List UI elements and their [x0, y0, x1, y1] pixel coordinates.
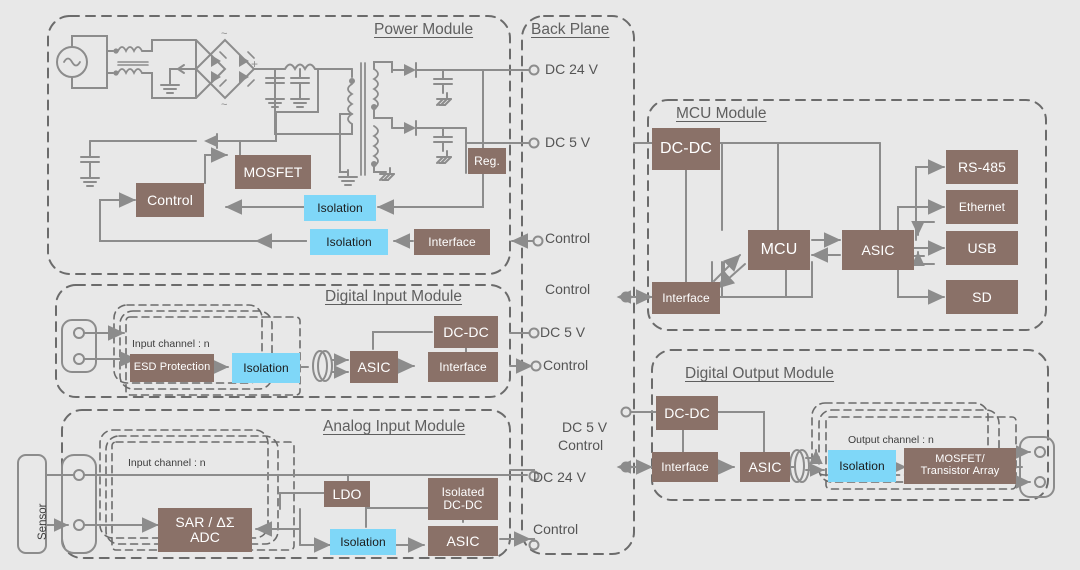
block-ai-ldo[interactable]: LDO [324, 481, 370, 507]
block-do-driver[interactable]: MOSFET/ Transistor Array [904, 448, 1016, 484]
block-do-dcdc[interactable]: DC-DC [656, 396, 718, 430]
label-output-channel: Output channel : n [848, 434, 934, 446]
block-di-isolation[interactable]: Isolation [232, 353, 300, 383]
port-label-control-power: Control [545, 230, 591, 246]
module-title-digital-output: Digital Output Module [685, 365, 835, 382]
block-ai-isolated-dcdc[interactable]: Isolated DC-DC [428, 478, 498, 520]
block-mcu-dcdc[interactable]: DC-DC [652, 128, 720, 170]
label-input-channel-digital: Input channel : n [132, 338, 210, 350]
block-power-isolation-bottom[interactable]: Isolation [310, 229, 388, 255]
port-label-control-mcu: Control [545, 281, 591, 297]
block-ai-adc-line2: ADC [190, 529, 220, 545]
block-mcu-asic[interactable]: ASIC [842, 230, 914, 270]
module-title-analog-input: Analog Input Module [323, 418, 466, 435]
block-mcu-ethernet[interactable]: Ethernet [946, 190, 1018, 224]
block-do-asic[interactable]: ASIC [740, 452, 790, 482]
module-title-digital-input: Digital Input Module [325, 288, 462, 305]
port-label-control-digital-input: Control [543, 357, 589, 373]
block-di-esd[interactable]: ESD Protection [130, 354, 214, 382]
block-power-interface[interactable]: Interface [414, 229, 490, 255]
block-di-asic[interactable]: ASIC [350, 351, 398, 383]
block-di-dcdc[interactable]: DC-DC [434, 316, 498, 348]
block-do-interface[interactable]: Interface [652, 452, 718, 482]
block-ai-adc-line1: SAR / ΔΣ [175, 514, 235, 531]
block-ai-adc[interactable]: SAR / ΔΣ ADC [158, 508, 252, 552]
block-mcu-sd[interactable]: SD [946, 280, 1018, 314]
block-mcu-mcu[interactable]: MCU [748, 230, 810, 270]
port-label-dc24v-analog: DC 24 V [533, 469, 586, 485]
block-ai-isolated-dcdc-line2: DC-DC [443, 498, 483, 512]
port-label-dc24v-power: DC 24 V [545, 61, 598, 77]
module-title-power: Power Module [374, 21, 474, 38]
block-do-isolation[interactable]: Isolation [828, 450, 896, 482]
block-power-isolation-top[interactable]: Isolation [304, 195, 376, 221]
port-label-control-digital-output: Control [558, 437, 604, 453]
block-do-driver-line2: Transistor Array [920, 465, 1000, 477]
block-di-interface[interactable]: Interface [428, 352, 498, 382]
block-mcu-interface[interactable]: Interface [652, 282, 720, 314]
block-power-mosfet[interactable]: MOSFET [235, 155, 311, 189]
port-label-dc5v-power: DC 5 V [545, 134, 591, 150]
label-sensor: Sensor [37, 503, 49, 540]
svg-text:~: ~ [221, 99, 227, 111]
block-power-regulator[interactable]: Reg. [468, 148, 506, 174]
svg-text:~: ~ [221, 28, 227, 40]
port-label-dc5v-digital-input: DC 5 V [540, 324, 586, 340]
module-title-backplane: Back Plane [531, 21, 610, 38]
block-mcu-usb[interactable]: USB [946, 231, 1018, 265]
block-ai-asic[interactable]: ASIC [428, 526, 498, 556]
block-mcu-rs485[interactable]: RS-485 [946, 150, 1018, 184]
port-label-control-analog: Control [533, 521, 579, 537]
port-label-dc5v-digital-output: DC 5 V [562, 419, 608, 435]
label-input-channel-analog: Input channel : n [128, 457, 206, 469]
module-title-mcu: MCU Module [676, 105, 767, 122]
block-power-control[interactable]: Control [136, 183, 204, 217]
diagram-canvas: + ~ ~ Power Module Back Plane MCU Module… [0, 0, 1080, 570]
block-ai-isolation[interactable]: Isolation [330, 529, 396, 555]
